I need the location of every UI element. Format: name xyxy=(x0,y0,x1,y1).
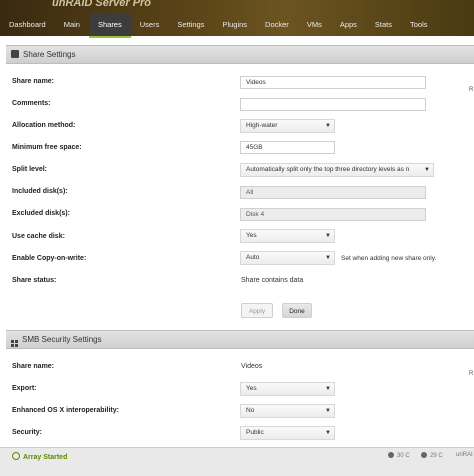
copy-on-write-label: Enable Copy-on-write: xyxy=(12,255,87,262)
share-settings-header: Share Settings xyxy=(6,45,474,64)
comments-input[interactable] xyxy=(240,98,426,111)
smb-edge-marker: R xyxy=(469,371,474,377)
allocation-method-value: High-water xyxy=(246,122,278,129)
min-free-space-input[interactable]: 45GB xyxy=(240,141,335,154)
cpu-temp-text: 30 C xyxy=(397,453,410,459)
split-level-select[interactable]: Automatically split only the top three d… xyxy=(240,163,434,177)
copy-on-write-note: Set when adding new share only. xyxy=(341,255,437,262)
chevron-down-icon: ▼ xyxy=(325,430,331,436)
tab-shares[interactable]: Shares xyxy=(88,14,131,38)
osx-label: Enhanced OS X interoperability: xyxy=(12,407,119,414)
board-temp: 29 C xyxy=(421,452,443,459)
use-cache-value: Yes xyxy=(246,232,257,239)
top-header: unRAID Server Pro Dashboard Main Shares … xyxy=(0,0,474,38)
split-level-value: Automatically split only the top three d… xyxy=(246,166,410,173)
board-temp-text: 29 C xyxy=(430,453,443,459)
security-select[interactable]: Public ▼ xyxy=(240,426,335,440)
windows-icon xyxy=(11,340,18,347)
chevron-down-icon: ▼ xyxy=(424,167,430,173)
smb-settings-header: SMB Security Settings xyxy=(6,330,474,349)
chevron-down-icon: ▼ xyxy=(325,386,331,392)
tab-dashboard[interactable]: Dashboard xyxy=(0,14,55,36)
chevron-down-icon: ▼ xyxy=(325,255,331,261)
comments-label: Comments: xyxy=(12,100,51,107)
temp-icon xyxy=(388,452,394,458)
excluded-disks-label: Excluded disk(s): xyxy=(12,210,70,217)
tab-plugins[interactable]: Plugins xyxy=(213,14,256,36)
share-icon xyxy=(11,50,19,58)
chevron-down-icon: ▼ xyxy=(325,123,331,129)
share-name-label: Share name: xyxy=(12,78,55,85)
array-status: Array Started xyxy=(12,452,67,461)
footer-right-text: unRAI xyxy=(456,452,473,458)
status-dot-icon xyxy=(12,452,20,460)
done-button[interactable]: Done xyxy=(282,303,312,318)
apply-button[interactable]: Apply xyxy=(241,303,273,318)
split-level-label: Split level: xyxy=(12,166,48,173)
share-name-input[interactable]: Videos xyxy=(240,76,426,89)
tab-main[interactable]: Main xyxy=(55,14,89,36)
tab-docker[interactable]: Docker xyxy=(256,14,298,36)
smb-settings-title: SMB Security Settings xyxy=(22,335,102,344)
main-nav: Dashboard Main Shares Users Settings Plu… xyxy=(0,14,437,38)
smb-share-name-value: Videos xyxy=(241,363,263,370)
allocation-method-select[interactable]: High-water ▼ xyxy=(240,119,335,133)
included-disks-field[interactable]: All xyxy=(240,186,426,199)
chevron-down-icon: ▼ xyxy=(325,233,331,239)
allocation-method-label: Allocation method: xyxy=(12,122,76,129)
security-label: Security: xyxy=(12,429,42,436)
excluded-disks-field[interactable]: Disk 4 xyxy=(240,208,426,221)
security-value: Public xyxy=(246,429,264,436)
tab-vms[interactable]: VMs xyxy=(298,14,331,36)
export-label: Export: xyxy=(12,385,37,392)
array-status-text: Array Started xyxy=(23,454,68,461)
min-free-space-label: Minimum free space: xyxy=(12,144,82,151)
temp-icon xyxy=(421,452,427,458)
tab-apps[interactable]: Apps xyxy=(331,14,366,36)
chevron-down-icon: ▼ xyxy=(325,408,331,414)
share-status-label: Share status: xyxy=(12,277,57,284)
smb-share-name-label: Share name: xyxy=(12,363,55,370)
export-select[interactable]: Yes ▼ xyxy=(240,382,335,396)
export-value: Yes xyxy=(246,385,257,392)
copy-on-write-value: Auto xyxy=(246,254,260,261)
tab-settings[interactable]: Settings xyxy=(168,14,213,36)
share-settings-title: Share Settings xyxy=(23,50,76,59)
brand-logo: unRAID Server Pro xyxy=(52,0,152,9)
use-cache-select[interactable]: Yes ▼ xyxy=(240,229,335,243)
copy-on-write-select[interactable]: Auto ▼ xyxy=(240,251,335,265)
tab-users[interactable]: Users xyxy=(131,14,169,36)
tab-stats[interactable]: Stats xyxy=(366,14,401,36)
included-disks-label: Included disk(s): xyxy=(12,188,68,195)
share-edge-marker: R xyxy=(469,87,474,93)
osx-value: No xyxy=(246,407,255,414)
share-status-value: Share contains data xyxy=(241,277,304,284)
osx-select[interactable]: No ▼ xyxy=(240,404,335,418)
cpu-temp: 30 C xyxy=(388,452,410,459)
tab-tools[interactable]: Tools xyxy=(401,14,437,36)
status-footer: Array Started 30 C 29 C unRAI xyxy=(0,447,474,476)
use-cache-label: Use cache disk: xyxy=(12,233,65,240)
